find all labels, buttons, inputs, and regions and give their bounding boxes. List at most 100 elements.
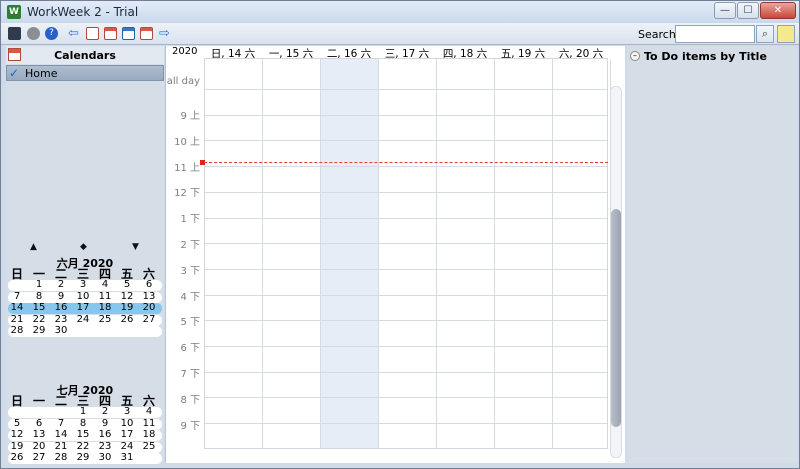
mini-calendar-day[interactable]: 16 (50, 302, 72, 313)
mini-calendar-day[interactable]: 28 (6, 325, 28, 336)
mini-calendar-day[interactable]: 7 (6, 291, 28, 302)
mini-calendar-day[interactable]: 2 (94, 406, 116, 417)
mini-calendar-day[interactable]: 21 (50, 441, 72, 452)
day-column[interactable] (495, 59, 553, 448)
day-header[interactable]: 三, 17 六 (378, 46, 436, 60)
back-arrow-icon[interactable]: ⇦ (67, 27, 80, 40)
mini-calendar-day[interactable]: 11 (94, 291, 116, 302)
mini-calendar-day[interactable]: 22 (72, 441, 94, 452)
mini-calendar-day[interactable]: 21 (6, 314, 28, 325)
day-header[interactable]: 六, 20 六 (552, 46, 610, 60)
mini-calendar-day[interactable]: 29 (72, 452, 94, 463)
mini-calendar-day[interactable]: 19 (116, 302, 138, 313)
mini-calendar-day[interactable]: 27 (138, 314, 160, 325)
day-header[interactable]: 一, 15 六 (262, 46, 320, 60)
checkmark-icon[interactable]: ✓ (9, 66, 19, 80)
gear-icon[interactable] (27, 27, 40, 40)
mini-calendar-day[interactable]: 10 (116, 418, 138, 429)
mini-calendar-day[interactable]: 14 (6, 302, 28, 313)
mini-calendar-day[interactable]: 16 (94, 429, 116, 440)
mini-calendar-day[interactable]: 14 (50, 429, 72, 440)
mini-calendar-day[interactable]: 20 (28, 441, 50, 452)
mini-calendar-day[interactable]: 24 (72, 314, 94, 325)
close-button[interactable]: ✕ (760, 2, 796, 19)
mini-calendar-day[interactable]: 25 (94, 314, 116, 325)
day-view-icon[interactable] (86, 27, 99, 40)
mini-calendar-day[interactable]: 17 (72, 302, 94, 313)
day-column[interactable] (379, 59, 437, 448)
year-view-icon[interactable] (140, 27, 153, 40)
week-view-icon[interactable] (104, 27, 117, 40)
day-column[interactable] (263, 59, 321, 448)
mini-calendar-day[interactable]: 22 (28, 314, 50, 325)
day-header[interactable]: 日, 14 六 (204, 46, 262, 60)
mini-calendar-day[interactable]: 26 (6, 452, 28, 463)
mini-calendar-day[interactable]: 2 (50, 279, 72, 290)
mini-calendar-day[interactable]: 13 (138, 291, 160, 302)
mini-calendar-day[interactable]: 9 (94, 418, 116, 429)
forward-arrow-icon[interactable]: ⇨ (158, 27, 171, 40)
today-icon[interactable]: ◆ (80, 242, 87, 252)
maximize-button[interactable]: ☐ (737, 2, 759, 19)
mini-calendar-day[interactable]: 24 (116, 441, 138, 452)
mini-calendar-day[interactable]: 18 (138, 429, 160, 440)
calendar-item-home[interactable]: ✓ Home (6, 65, 164, 81)
day-column[interactable] (553, 59, 611, 448)
mini-calendar-day[interactable]: 12 (116, 291, 138, 302)
mini-calendar-day[interactable]: 15 (28, 302, 50, 313)
day-column[interactable] (205, 59, 263, 448)
mini-calendar-day[interactable]: 4 (94, 279, 116, 290)
mini-calendar-day[interactable]: 4 (138, 406, 160, 417)
mini-calendar-day[interactable]: 6 (28, 418, 50, 429)
search-input[interactable] (675, 25, 755, 43)
hour-gridline (205, 269, 607, 270)
help-icon[interactable]: ? (45, 27, 58, 40)
mini-calendar-day[interactable]: 23 (94, 441, 116, 452)
mini-calendar-day[interactable]: 20 (138, 302, 160, 313)
mini-calendar-day[interactable]: 5 (116, 279, 138, 290)
mini-calendar-day[interactable]: 12 (6, 429, 28, 440)
mini-calendar-day[interactable]: 8 (28, 291, 50, 302)
mini-calendar-day[interactable]: 9 (50, 291, 72, 302)
mini-calendar-day[interactable]: 27 (28, 452, 50, 463)
mini-calendar-day[interactable]: 6 (138, 279, 160, 290)
mini-calendar-day[interactable]: 18 (94, 302, 116, 313)
scrollbar-thumb[interactable] (611, 209, 621, 427)
mini-calendar-day[interactable]: 3 (116, 406, 138, 417)
mini-calendar-day[interactable]: 25 (138, 441, 160, 452)
mini-calendar-day[interactable]: 26 (116, 314, 138, 325)
day-column[interactable] (321, 59, 379, 448)
day-header[interactable]: 二, 16 六 (320, 46, 378, 60)
mini-calendar-day[interactable]: 29 (28, 325, 50, 336)
collapse-icon[interactable]: – (630, 51, 640, 61)
mini-calendar-day[interactable]: 8 (72, 418, 94, 429)
mini-calendar-day[interactable]: 15 (72, 429, 94, 440)
mini-calendar-day[interactable]: 5 (6, 418, 28, 429)
month-view-icon[interactable] (122, 27, 135, 40)
mini-calendar-day[interactable]: 7 (50, 418, 72, 429)
prev-month-icon[interactable]: ▲ (30, 242, 37, 252)
mini-calendar-day[interactable]: 23 (50, 314, 72, 325)
minimize-button[interactable]: — (714, 2, 736, 19)
day-header[interactable]: 五, 19 六 (494, 46, 552, 60)
week-grid[interactable] (204, 58, 611, 449)
mini-calendar-day[interactable]: 19 (6, 441, 28, 452)
mini-calendar-day[interactable]: 30 (94, 452, 116, 463)
mini-calendar-day[interactable]: 3 (72, 279, 94, 290)
mini-calendar-day[interactable]: 1 (28, 279, 50, 290)
day-column[interactable] (437, 59, 495, 448)
mini-calendar-day[interactable]: 11 (138, 418, 160, 429)
vertical-scrollbar[interactable] (610, 86, 622, 458)
mini-calendar-day[interactable]: 1 (72, 406, 94, 417)
monitor-icon[interactable] (8, 27, 21, 40)
mini-calendar-day[interactable]: 31 (116, 452, 138, 463)
next-month-icon[interactable]: ▼ (132, 242, 139, 252)
mini-calendar-day[interactable]: 28 (50, 452, 72, 463)
mini-calendar-day[interactable]: 10 (72, 291, 94, 302)
day-header[interactable]: 四, 18 六 (436, 46, 494, 60)
mini-calendar-day[interactable]: 13 (28, 429, 50, 440)
mini-calendar-day[interactable]: 30 (50, 325, 72, 336)
note-icon[interactable] (777, 25, 795, 43)
mini-calendar-day[interactable]: 17 (116, 429, 138, 440)
search-icon[interactable]: ⌕ (756, 25, 774, 43)
